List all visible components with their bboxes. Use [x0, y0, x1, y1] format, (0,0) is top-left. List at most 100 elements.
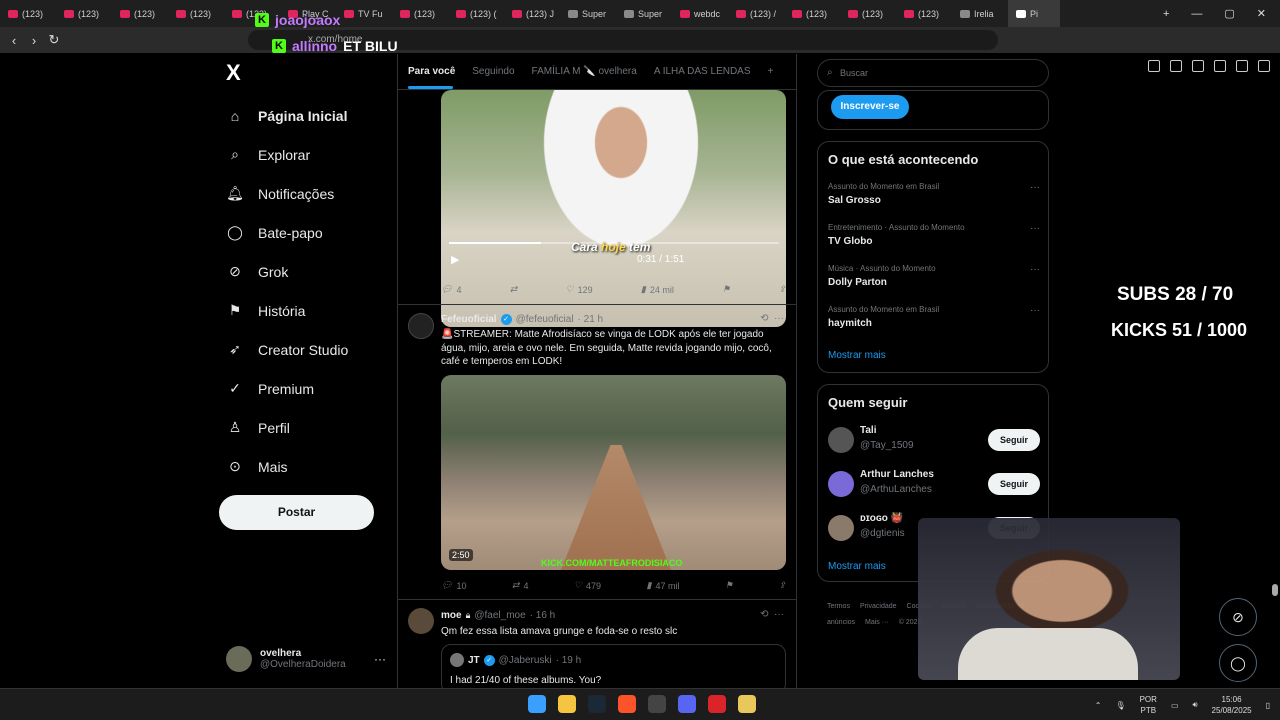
- footer-link[interactable]: Termos: [827, 603, 850, 610]
- tab-following[interactable]: Seguindo: [472, 66, 514, 77]
- microphone-icon[interactable]: 🎙︎: [1115, 701, 1125, 710]
- author-name[interactable]: moe: [441, 610, 462, 621]
- browser-tab[interactable]: (123): [112, 0, 168, 27]
- clock[interactable]: 15:06 25/08/2025: [1212, 694, 1252, 716]
- avatar[interactable]: [408, 608, 434, 634]
- forward-button[interactable]: ›: [24, 33, 44, 48]
- nav-item-mais[interactable]: ⊙ Mais: [226, 447, 396, 486]
- app-icon[interactable]: [708, 695, 726, 713]
- trend-item[interactable]: Assunto do Momento em Brasil Sal Grosso ··…: [828, 182, 1040, 206]
- file-explorer-icon[interactable]: [558, 695, 576, 713]
- trend-item[interactable]: Música · Assunto do Momento Dolly Parton ·…: [828, 264, 1040, 288]
- footer-link[interactable]: Mais ···: [865, 619, 889, 626]
- video-player[interactable]: 2:50 KICK.COM/MATTEAFRODISIACO: [441, 375, 786, 570]
- close-window-button[interactable]: ✕: [1257, 7, 1266, 20]
- app-icon[interactable]: [648, 695, 666, 713]
- views-button[interactable]: ▮ 47 mil: [646, 580, 679, 591]
- browser-tab[interactable]: Pi: [1008, 0, 1060, 27]
- browser-tab[interactable]: (123) /: [728, 0, 784, 27]
- browser-tab[interactable]: (123) J: [504, 0, 560, 27]
- browser-tab[interactable]: (123): [840, 0, 896, 27]
- account-switcher[interactable]: ovelhera @OvelheraDoidera ···: [226, 643, 386, 675]
- nav-item-p-gina-inicial[interactable]: ⌂ Página Inicial: [226, 96, 396, 135]
- notification-icon[interactable]: ▯: [1266, 701, 1270, 710]
- new-tab-button[interactable]: +: [1163, 8, 1169, 20]
- footer-link[interactable]: Privacidade: [860, 603, 897, 610]
- nav-item-explorar[interactable]: ⌕ Explorar: [226, 135, 396, 174]
- bookmark-button[interactable]: ⚑: [725, 580, 733, 591]
- share-button[interactable]: ⇪: [778, 284, 786, 295]
- quoted-tweet[interactable]: JT ✓ @Jaberuski · 19 h I had 21/40 of th…: [441, 644, 786, 688]
- show-more-link[interactable]: Mostrar mais: [828, 561, 886, 572]
- browser-tab[interactable]: (123): [56, 0, 112, 27]
- browser-tab[interactable]: (123): [392, 0, 448, 27]
- browser-tab[interactable]: (123): [784, 0, 840, 27]
- nav-item-grok[interactable]: ⊘ Grok: [226, 252, 396, 291]
- browser-tab[interactable]: (123): [0, 0, 56, 27]
- browser-tab[interactable]: Super: [616, 0, 672, 27]
- follow-suggestion[interactable]: Arthur Lanches @ArthuLanches Seguir: [828, 467, 1040, 501]
- browser-tab[interactable]: (123): [168, 0, 224, 27]
- repost-button[interactable]: ⇄ 4: [512, 580, 529, 591]
- nav-item-creator-studio[interactable]: ➶ Creator Studio: [226, 330, 396, 369]
- browser-tab[interactable]: Super: [560, 0, 616, 27]
- repost-button[interactable]: ⇄: [510, 284, 518, 295]
- browser-tab[interactable]: (123): [896, 0, 952, 27]
- steam-icon[interactable]: [588, 695, 606, 713]
- app-icon[interactable]: [738, 695, 756, 713]
- add-tab-icon[interactable]: +: [768, 66, 774, 77]
- avatar[interactable]: [408, 313, 434, 339]
- trend-item[interactable]: Entretenimento · Assunto do Momento TV Gl…: [828, 223, 1040, 247]
- bookmark-button[interactable]: ⚑: [722, 284, 730, 295]
- chevron-up-icon[interactable]: ⌃: [1095, 701, 1102, 710]
- tweet-more-icon[interactable]: ⟲ ···: [760, 313, 784, 324]
- discord-icon[interactable]: [678, 695, 696, 713]
- back-button[interactable]: ‹: [4, 33, 24, 48]
- more-icon[interactable]: ···: [1030, 223, 1040, 234]
- tweet-more-icon[interactable]: ⟲ ···: [760, 609, 784, 620]
- tab-for-you[interactable]: Para você: [408, 66, 455, 77]
- play-icon[interactable]: ▶: [451, 253, 459, 266]
- share-button[interactable]: ⇪: [778, 580, 786, 591]
- sidebar-icon[interactable]: [1214, 60, 1226, 72]
- nav-item-hist-ria[interactable]: ⚑ História: [226, 291, 396, 330]
- search-input[interactable]: ⌕ Buscar: [817, 59, 1049, 87]
- author-name[interactable]: Fefeuoficial: [441, 314, 497, 325]
- more-icon[interactable]: ···: [1030, 305, 1040, 316]
- browser-tab[interactable]: TV Fu: [336, 0, 392, 27]
- author-handle[interactable]: @fefeuoficial: [516, 314, 574, 325]
- nav-item-perfil[interactable]: ♙ Perfil: [226, 408, 396, 447]
- messages-icon[interactable]: ◯: [1219, 644, 1257, 682]
- like-button[interactable]: ♡ 129: [566, 284, 593, 295]
- extension-icon[interactable]: [1148, 60, 1160, 72]
- more-icon[interactable]: ···: [374, 652, 386, 666]
- maximize-button[interactable]: ▢: [1224, 7, 1234, 20]
- wallet-icon[interactable]: [1236, 60, 1248, 72]
- more-icon[interactable]: ···: [1030, 182, 1040, 193]
- reply-button[interactable]: 💬︎ 10: [441, 580, 466, 591]
- show-more-link[interactable]: Mostrar mais: [828, 350, 886, 361]
- extension-icon[interactable]: [1192, 60, 1204, 72]
- browser-tab[interactable]: webdc: [672, 0, 728, 27]
- menu-icon[interactable]: [1258, 60, 1270, 72]
- browser-tab[interactable]: (123) (: [448, 0, 504, 27]
- language-indicator[interactable]: POR PTB: [1140, 694, 1157, 716]
- nav-item-bate-papo[interactable]: ◯ Bate-papo: [226, 213, 396, 252]
- follow-button[interactable]: Seguir: [988, 429, 1040, 451]
- author-handle[interactable]: @fael_moe: [474, 610, 525, 621]
- reload-button[interactable]: ↻: [44, 32, 64, 48]
- scrollbar-thumb[interactable]: [1272, 584, 1278, 596]
- scrollbar[interactable]: [1272, 54, 1278, 688]
- trend-item[interactable]: Assunto do Momento em Brasil haymitch ···: [828, 305, 1040, 329]
- minimize-button[interactable]: —: [1191, 8, 1202, 20]
- browser-tab[interactable]: Irelia: [952, 0, 1008, 27]
- more-icon[interactable]: ···: [1030, 264, 1040, 275]
- reply-button[interactable]: 💬︎ 4: [441, 284, 461, 295]
- nav-item-notifica-es[interactable]: 🔔︎ Notificações: [226, 174, 396, 213]
- network-icon[interactable]: ▭: [1171, 701, 1179, 710]
- volume-icon[interactable]: 🔊︎: [1193, 700, 1198, 710]
- follow-suggestion[interactable]: Tali @Tay_1509 Seguir: [828, 423, 1040, 457]
- nav-item-premium[interactable]: ✓ Premium: [226, 369, 396, 408]
- tab-list-ilha[interactable]: A ILHA DAS LENDAS: [654, 66, 751, 77]
- post-button[interactable]: Postar: [219, 495, 374, 530]
